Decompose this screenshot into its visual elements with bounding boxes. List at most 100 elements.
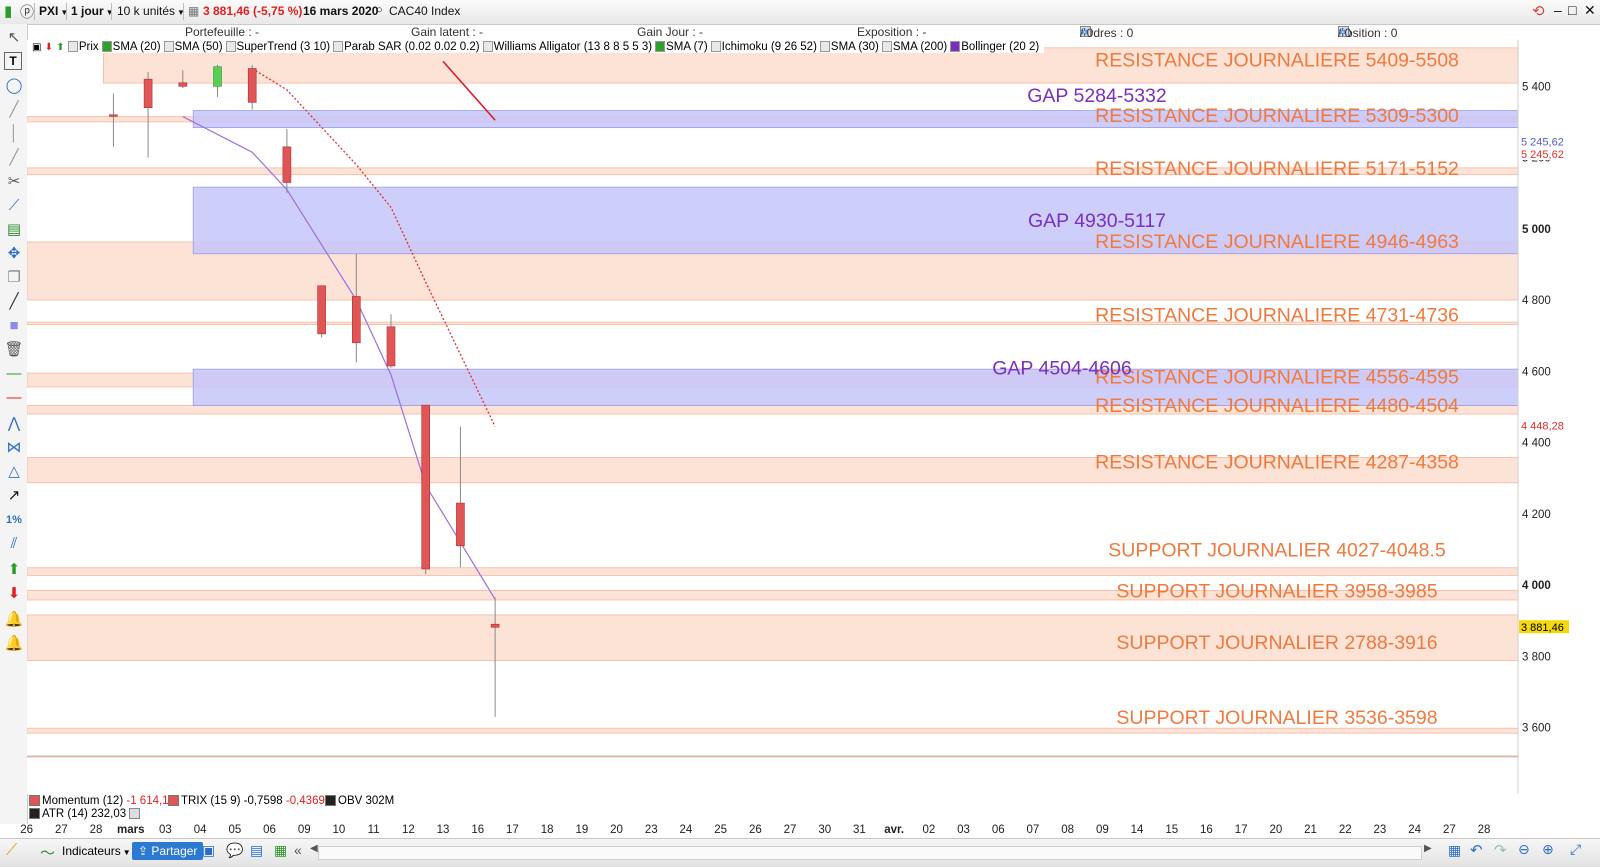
legend-up-icon[interactable]: ⬆ [56,42,64,53]
indicators-button[interactable]: Indicateurs ▼ [62,844,131,858]
wave-icon[interactable]: ⋀ [4,414,24,434]
share-button[interactable]: ⇪ Partager [132,842,204,860]
horizontal-scrollbar[interactable] [318,846,1422,860]
candle-body[interactable] [421,404,431,570]
undo-icon[interactable]: ↶ [1470,841,1483,859]
candle-body[interactable] [490,623,500,628]
x-tick-label: avr. [884,824,905,836]
trash-icon[interactable]: 🗑 [4,340,24,360]
alert-bell-2-icon[interactable]: 🔔 [4,634,24,654]
zoom-in-icon[interactable]: ⊕ [1542,841,1554,858]
window-icon[interactable]: ▣ [202,842,215,859]
trix-indicator[interactable]: TRIX (15 9) -0,7598 -0,4369 [168,795,325,807]
x-tick-label: 26 [748,824,762,836]
fan-icon[interactable]: ⫽ [4,534,24,554]
ordres-gear-icon[interactable]: ✲ [1080,26,1089,39]
legend-item[interactable]: Parab SAR (0.02 0.02 0.2) [333,41,480,53]
x-tick-label: 13 [436,824,450,836]
legend-down-icon[interactable]: ⬇ [45,42,53,53]
legend-item[interactable]: SMA (7) [655,41,708,53]
calendar-icon[interactable]: ▦ [1448,842,1461,859]
legend-item[interactable]: SMA (50) [163,41,223,53]
vertical-line-icon[interactable]: │ [4,124,24,144]
percent-icon[interactable]: 1% [4,510,24,530]
legend-item[interactable]: SMA (30) [819,41,879,53]
buy-arrow-icon[interactable]: ⬆ [4,560,24,580]
hline-red-icon[interactable]: — [4,388,24,408]
legend-item[interactable]: Ichimoku (9 26 52) [710,41,817,53]
legend-item[interactable]: Prix [67,41,99,53]
symbol-select[interactable]: PXI ▼ [39,4,68,18]
chart-type-icon[interactable]: ▮ [4,2,12,20]
copy-icon[interactable]: ❐ [4,268,24,288]
price-chart[interactable]: 5 4005 2005 0004 8004 6004 4004 2004 000… [27,40,1600,794]
sheet-icon[interactable]: ▦ [274,842,287,859]
position-gear-icon[interactable]: ✲ [1338,26,1347,39]
trend-line-icon[interactable]: ╱ [4,148,24,168]
legend-item[interactable]: SuperTrend (3 10) [225,41,330,53]
redo-icon[interactable]: ↷ [1494,841,1507,859]
candle-body[interactable] [247,68,257,103]
atr-indicator[interactable]: ATR (14) 232,03 [29,808,141,820]
radio-icon[interactable]: ○ [376,4,383,16]
legend-item[interactable]: Williams Alligator (13 8 8 5 5 3) [482,41,652,53]
candle-body[interactable] [317,285,326,335]
fibonacci-icon[interactable]: ⟋ [4,196,24,216]
candle-body[interactable] [213,66,222,87]
grid-icon[interactable]: ▦ [188,4,199,18]
triangle-icon[interactable]: △ [4,462,24,482]
candle-body[interactable] [282,146,292,183]
sell-arrow-icon[interactable]: ⬇ [4,584,24,604]
pen-icon[interactable]: ╱ [4,292,24,312]
candle-body[interactable] [109,114,118,117]
alert-bell-icon[interactable]: 🔔 [4,610,24,630]
x-tick-label: 07 [1026,824,1040,836]
cursor-icon[interactable]: ↖ [4,28,24,48]
profile-icon[interactable]: ⓟ [20,2,34,22]
ellipse-tool-icon[interactable]: ◯ [4,76,24,96]
legend-item[interactable]: SMA (200) [881,41,947,53]
minimize-icon[interactable]: – [1554,2,1562,18]
period-select[interactable]: 1 jour ▼ [71,4,114,18]
scroll-first-icon[interactable]: « [294,842,302,858]
layout-icon[interactable]: ▤ [250,842,263,859]
candle-body[interactable] [386,326,396,367]
move-icon[interactable]: ✥ [4,244,24,264]
chart-style-icon[interactable]: ⟋ [6,842,17,860]
indicators-icon[interactable]: 〜 [40,842,55,863]
zone-band [27,567,1519,576]
candle-body[interactable] [351,296,361,344]
volume-select[interactable]: 10 k unités ▼ [117,4,185,18]
refresh-icon[interactable]: ⟲ [1532,2,1545,20]
x-tick-label: 17 [506,824,519,836]
rectangle-icon[interactable]: ■ [4,316,24,336]
zoom-out-icon[interactable]: ⊖ [1518,841,1530,858]
line-tool-icon[interactable]: ╱ [4,100,24,120]
scroll-right-icon[interactable]: ▶ [1424,843,1432,854]
close-icon[interactable]: ✕ [1584,2,1596,19]
y-tick-label: 3 600 [1522,723,1551,735]
legend-item[interactable]: SMA (20) [101,41,161,53]
momentum-indicator[interactable]: Momentum (12) -1 614,1 [29,795,169,807]
pattern-icon[interactable]: ⋈ [4,438,24,458]
legend-window-icon[interactable]: ▣ [32,42,41,53]
legend-item[interactable]: Bollinger (20 2) [950,41,1039,53]
scroll-left-icon[interactable]: ◀ [310,843,318,854]
quote-value: 3 881,46 (-5,75 %) [203,4,303,18]
atr-window-icon[interactable] [129,808,141,820]
candle-body[interactable] [456,502,465,547]
arrow-line-icon[interactable]: ↗ [4,486,24,506]
quote-date: 16 mars 2020 [303,4,379,18]
hline-green-icon[interactable]: — [4,364,24,384]
candle-body[interactable] [178,82,188,87]
fit-icon[interactable]: ⤢ [1570,841,1581,858]
legend-label: SMA (50) [174,41,223,53]
channel-icon[interactable]: ▤ [4,220,24,240]
candle-body[interactable] [143,78,153,108]
tools-icon[interactable]: ✂ [4,172,24,192]
maximize-icon[interactable]: □ [1568,2,1576,18]
obv-indicator[interactable]: OBV 302M [325,795,394,807]
chat-icon[interactable]: 💬 [226,842,243,859]
price-tag: 4 448,28 [1521,420,1564,432]
text-tool-icon[interactable]: T [4,52,22,70]
